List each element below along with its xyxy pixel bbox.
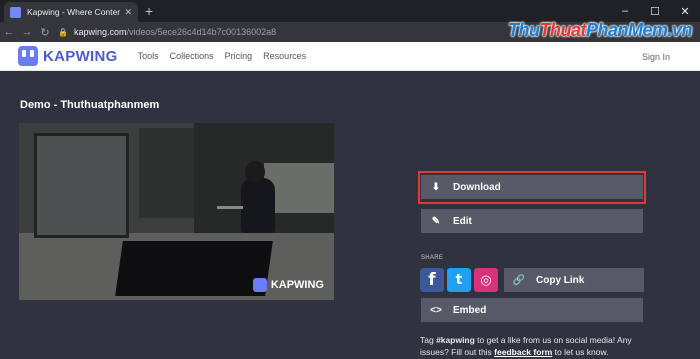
video-watermark-text: KAPWING [270,279,324,291]
pencil-icon: ✎ [431,215,441,227]
lock-icon: 🔒 [58,27,68,37]
download-highlight-box [418,171,646,204]
feedback-form-link[interactable]: feedback form [494,347,552,357]
kapwing-logo-icon [18,46,38,66]
url-path: /videos/5ece26c4d14b7c00136002a8 [126,27,277,37]
watermark-part1: Thu [507,20,540,40]
video-scene-piano [115,241,273,296]
twitter-bird-icon: t [455,272,463,288]
nav-link-resources[interactable]: Resources [263,51,306,61]
site-navbar: KAPWING Tools Collections Pricing Resour… [0,42,700,71]
video-scene-doorway [139,128,194,218]
video-scene-head [245,161,265,183]
tab-title: Kapwing - Where Content Creati [27,7,121,17]
video-player[interactable]: KAPWING [19,123,334,300]
logo-text: KAPWING [43,47,118,65]
video-scene-person [241,178,275,233]
forward-arrow-icon[interactable]: → [18,26,36,38]
social-tag-message: Tag #kapwing to get a like from us on so… [420,334,660,358]
share-label: SHARE [421,255,444,261]
nav-links: Tools Collections Pricing Resources [138,51,318,61]
page-title: Demo - Thuthuatphanmem [20,99,160,111]
copy-link-button[interactable]: 🔗 Copy Link [504,268,644,292]
nav-link-tools[interactable]: Tools [138,51,159,61]
tag-prefix: Tag [420,335,437,345]
embed-label: Embed [453,304,487,316]
kapwing-favicon-icon [10,6,21,18]
window-controls: – ☐ ✕ [610,0,700,22]
minimize-button[interactable]: – [610,0,640,22]
tag-suffix: to let us know. [552,347,609,357]
facebook-icon: f [428,270,436,290]
edit-button[interactable]: ✎ Edit [421,209,643,233]
video-watermark: KAPWING [252,278,324,292]
instagram-share-button[interactable]: ◎ [474,268,498,292]
browser-tab[interactable]: Kapwing - Where Content Creati ✕ [4,2,138,22]
kapwing-logo-icon [252,278,267,292]
embed-button[interactable]: <> Embed [421,298,643,322]
nav-link-pricing[interactable]: Pricing [225,51,253,61]
video-scene-mic [217,206,243,209]
site-watermark-logo: ThuThuatPhanMem.vn [507,20,693,41]
new-tab-button[interactable]: + [145,3,153,19]
close-window-button[interactable]: ✕ [670,0,700,22]
sign-in-link[interactable]: Sign In [642,52,670,62]
watermark-suffix: .vn [667,20,692,40]
code-brackets-icon: <> [430,304,442,316]
twitter-share-button[interactable]: t [447,268,471,292]
reload-icon[interactable]: ↻ [36,26,54,39]
video-scene-window [34,133,129,238]
facebook-share-button[interactable]: f [420,268,444,292]
nav-link-collections[interactable]: Collections [170,51,214,61]
close-icon[interactable]: ✕ [124,7,132,18]
watermark-part3: PhanMem [585,20,668,40]
browser-tab-strip: Kapwing - Where Content Creati ✕ + – ☐ ✕ [0,0,700,22]
watermark-part2: Thuat [539,20,586,40]
back-arrow-icon[interactable]: ← [0,26,18,38]
kapwing-logo[interactable]: KAPWING [18,46,118,66]
copy-link-label: Copy Link [536,274,585,286]
url-host: kapwing.com [73,27,127,37]
address-bar[interactable]: 🔒 kapwing.com /videos/5ece26c4d14b7c0013… [58,24,276,40]
edit-label: Edit [453,215,472,227]
maximize-button[interactable]: ☐ [640,0,670,22]
link-icon: 🔗 [512,274,526,286]
hashtag: #kapwing [436,335,475,345]
instagram-icon: ◎ [480,272,492,288]
